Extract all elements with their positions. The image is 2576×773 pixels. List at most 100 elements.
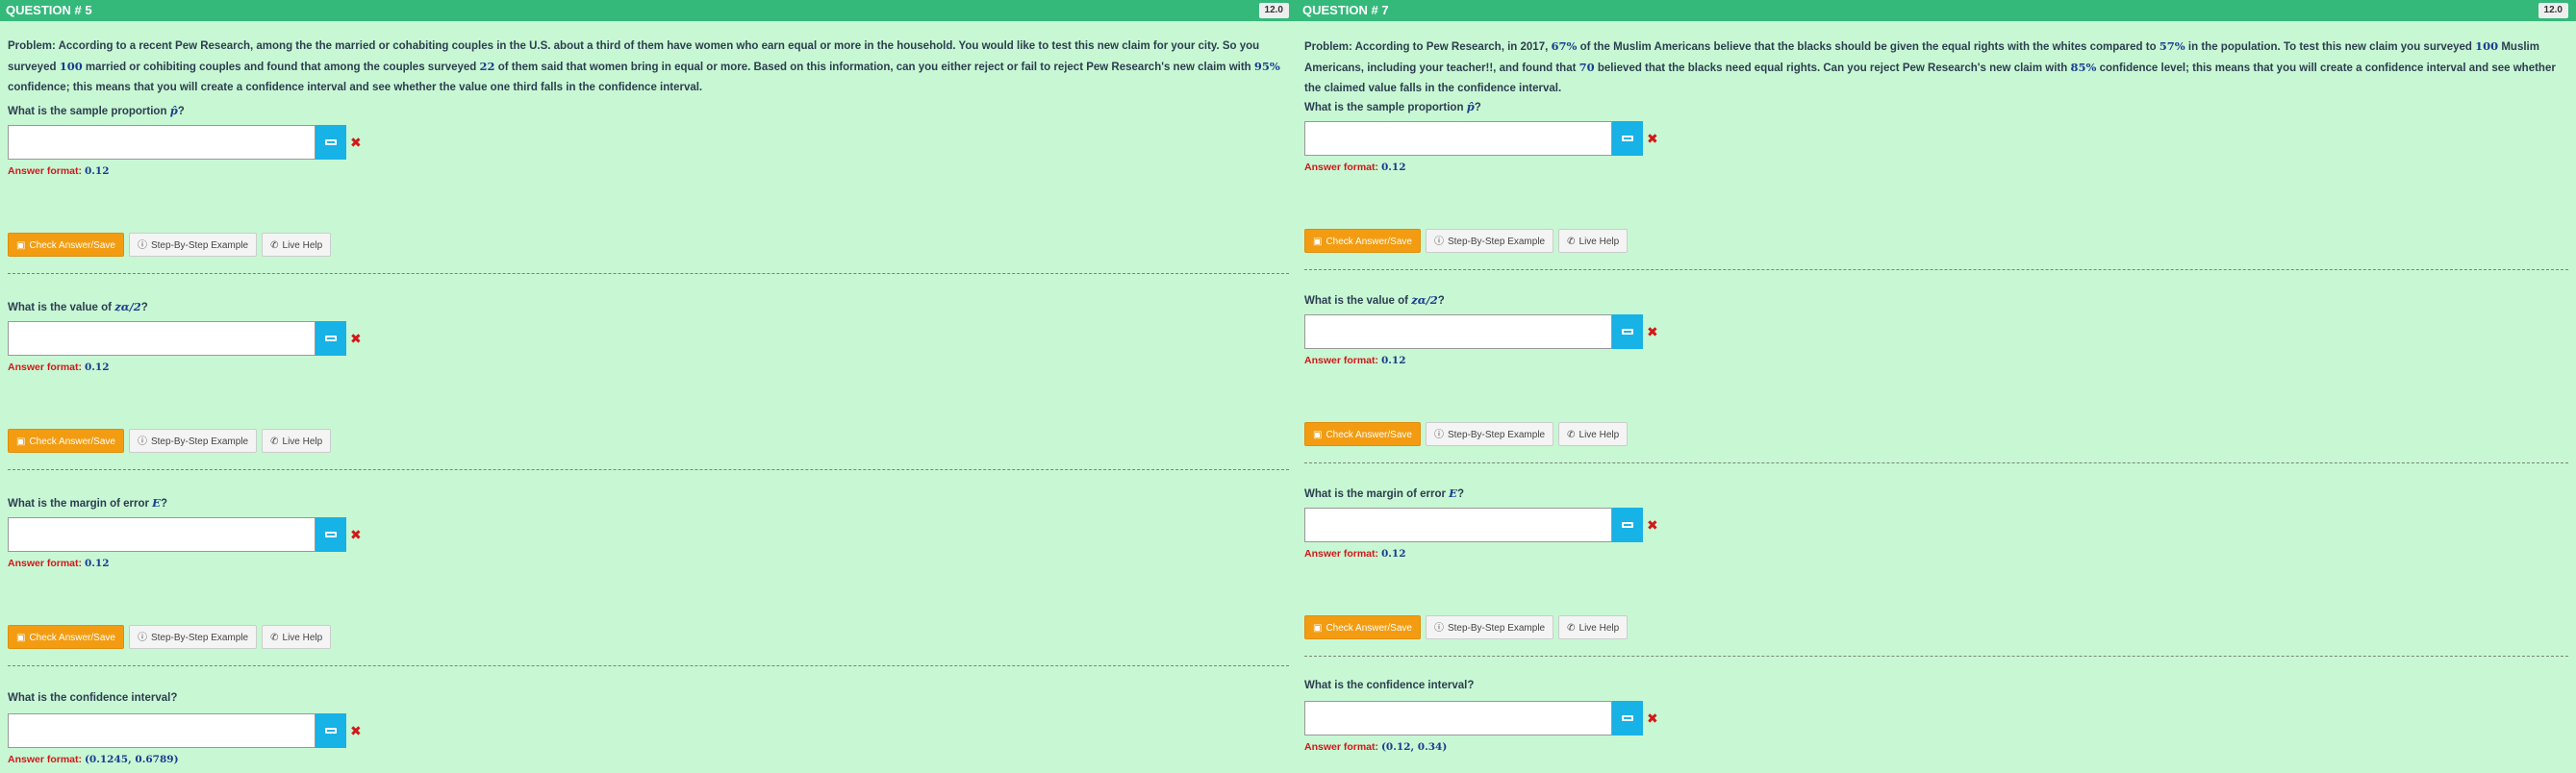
incorrect-icon: ✖: [1647, 130, 1658, 146]
label-text: What is the margin of error: [1304, 488, 1450, 500]
check-answer-button[interactable]: ▣ Check Answer/Save: [1304, 615, 1421, 639]
answer-input[interactable]: [8, 321, 316, 356]
step-by-step-example-button[interactable]: ⓘ Step-By-Step Example: [128, 429, 258, 453]
format-label: Answer format:: [8, 362, 83, 373]
incorrect-icon: ✖: [350, 330, 362, 346]
live-help-button[interactable]: ✆ Live Help: [262, 625, 332, 649]
question-title: QUESTION # 5: [6, 3, 92, 17]
problem-segment: Problem: According to Pew Research, in 2…: [1304, 41, 1552, 53]
phone-icon: ✆: [1567, 623, 1576, 634]
answer-input[interactable]: [1304, 701, 1612, 736]
step-by-step-example-button[interactable]: ⓘ Step-By-Step Example: [1425, 615, 1554, 639]
keyboard-button[interactable]: [316, 321, 346, 356]
button-label: Step-By-Step Example: [1447, 237, 1546, 247]
format-value: 0.12: [84, 165, 110, 177]
keyboard-icon: [325, 728, 337, 734]
problem-number: 95%: [1253, 60, 1280, 73]
incorrect-icon: ✖: [350, 526, 362, 542]
label-text: What is the confidence interval?: [1304, 680, 1475, 691]
live-help-button[interactable]: ✆ Live Help: [1558, 422, 1629, 446]
divider: [1304, 656, 2568, 657]
subquestion-confidence-interval: What is the confidence interval? ✖ Answe…: [8, 692, 1289, 769]
subquestion-confidence-interval: What is the confidence interval? ✖ Answe…: [1304, 680, 2568, 757]
answer-format: Answer format: 0.12: [1304, 355, 2568, 366]
live-help-button[interactable]: ✆ Live Help: [1558, 229, 1629, 253]
label-text: What is the sample proportion: [8, 106, 170, 117]
problem-number: 85%: [2070, 61, 2097, 74]
button-label: Step-By-Step Example: [150, 436, 249, 447]
keyboard-icon: [325, 532, 337, 537]
keyboard-button[interactable]: [316, 713, 346, 748]
format-value: (0.1245, 0.6789): [84, 754, 179, 765]
format-value: 0.12: [1380, 162, 1406, 173]
live-help-button[interactable]: ✆ Live Help: [1558, 615, 1629, 639]
subquestion-label: What is the margin of error E?: [1304, 486, 2568, 502]
answer-input[interactable]: [8, 517, 316, 552]
problem-segment: in the population. To test this new clai…: [2185, 41, 2476, 53]
question-header: QUESTION # 7 12.0: [1297, 0, 2576, 21]
step-by-step-example-button[interactable]: ⓘ Step-By-Step Example: [1425, 422, 1554, 446]
phone-icon: ✆: [270, 633, 279, 643]
subquestion-label: What is the confidence interval?: [8, 692, 1289, 708]
check-answer-button[interactable]: ▣ Check Answer/Save: [8, 625, 124, 649]
math-symbol: zα/2: [1411, 293, 1438, 307]
button-label: Live Help: [1578, 430, 1620, 440]
info-icon: ⓘ: [1433, 237, 1444, 247]
button-label: Check Answer/Save: [29, 240, 115, 251]
info-icon: ⓘ: [1433, 623, 1444, 634]
live-help-button[interactable]: ✆ Live Help: [262, 233, 332, 257]
subquestion-label: What is the value of zα/2?: [8, 300, 1289, 315]
format-value: 0.12: [1380, 355, 1406, 366]
button-label: Check Answer/Save: [1326, 430, 1412, 440]
format-label: Answer format:: [1304, 355, 1379, 366]
problem-number: 67%: [1551, 39, 1578, 53]
answer-input[interactable]: [1304, 314, 1612, 349]
answer-input[interactable]: [1304, 121, 1612, 156]
format-value: 0.12: [84, 362, 110, 373]
keyboard-button[interactable]: [1612, 701, 1643, 736]
problem-text: Problem: According to Pew Research, in 2…: [1304, 37, 2568, 94]
math-symbol: E: [152, 496, 161, 510]
label-text: What is the confidence interval?: [8, 692, 178, 704]
check-answer-button[interactable]: ▣ Check Answer/Save: [1304, 422, 1421, 446]
info-icon: ⓘ: [137, 240, 147, 251]
step-by-step-example-button[interactable]: ⓘ Step-By-Step Example: [128, 625, 258, 649]
problem-number: 100: [2475, 39, 2499, 53]
format-label: Answer format:: [8, 754, 83, 765]
button-label: Live Help: [282, 240, 323, 251]
subquestion-margin-of-error: What is the margin of error E? ✖ Answer …: [1304, 486, 2568, 678]
keyboard-button[interactable]: [1612, 314, 1643, 349]
check-answer-button[interactable]: ▣ Check Answer/Save: [8, 429, 124, 453]
button-label: Check Answer/Save: [29, 633, 115, 643]
keyboard-button[interactable]: [1612, 121, 1643, 156]
save-icon: ▣: [1313, 430, 1323, 440]
check-answer-button[interactable]: ▣ Check Answer/Save: [1304, 229, 1421, 253]
keyboard-button[interactable]: [1612, 508, 1643, 542]
button-label: Live Help: [1578, 623, 1620, 634]
live-help-button[interactable]: ✆ Live Help: [262, 429, 332, 453]
step-by-step-example-button[interactable]: ⓘ Step-By-Step Example: [1425, 229, 1554, 253]
format-label: Answer format:: [1304, 741, 1379, 753]
keyboard-button[interactable]: [316, 517, 346, 552]
keyboard-button[interactable]: [316, 125, 346, 160]
answer-input[interactable]: [8, 125, 316, 160]
keyboard-icon: [1622, 715, 1633, 721]
step-by-step-example-button[interactable]: ⓘ Step-By-Step Example: [128, 233, 258, 257]
incorrect-icon: ✖: [350, 722, 362, 738]
math-symbol: zα/2: [114, 300, 141, 313]
check-answer-button[interactable]: ▣ Check Answer/Save: [8, 233, 124, 257]
button-label: Step-By-Step Example: [150, 633, 249, 643]
button-label: Live Help: [1578, 237, 1620, 247]
keyboard-icon: [1622, 329, 1633, 335]
problem-number: 57%: [2159, 39, 2185, 53]
save-icon: ▣: [1313, 237, 1323, 247]
format-value: 0.12: [1380, 548, 1406, 560]
answer-input[interactable]: [8, 713, 316, 748]
problem-segment: believed that the blacks need equal righ…: [1594, 62, 2071, 74]
answer-input[interactable]: [1304, 508, 1612, 542]
subquestion-label: What is the sample proportion p̂?: [1304, 100, 2568, 115]
subquestion-label: What is the value of zα/2?: [1304, 293, 2568, 309]
label-text: What is the value of: [1304, 295, 1412, 307]
subquestion-label: What is the sample proportion p̂?: [8, 104, 1289, 119]
label-suffix: ?: [177, 106, 185, 117]
